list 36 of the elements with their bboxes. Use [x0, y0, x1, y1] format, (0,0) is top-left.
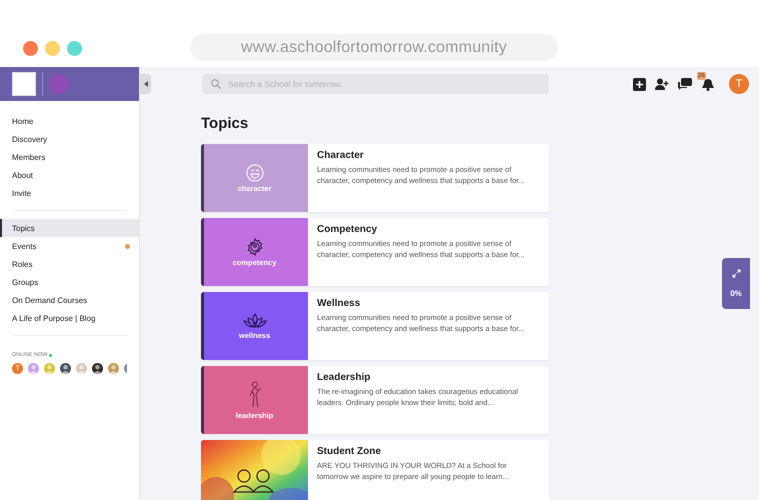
sidebar-item[interactable]: Home: [0, 112, 139, 130]
chat-icon[interactable]: [678, 78, 692, 90]
add-icon[interactable]: [633, 78, 646, 90]
sidebar-item[interactable]: A Life of Purpose | Blog: [0, 309, 139, 327]
sidebar-item[interactable]: Roles: [0, 255, 139, 273]
topic-title: Wellness: [317, 298, 362, 309]
collapse-button[interactable]: [140, 74, 151, 94]
search-icon: [211, 79, 221, 89]
sidebar-item[interactable]: Groups: [0, 273, 139, 291]
sidebar-item[interactable]: On Demand Courses: [0, 291, 139, 309]
user-avatar[interactable]: [60, 363, 71, 374]
user-avatar[interactable]: [92, 363, 103, 374]
window-control-icon[interactable]: [23, 41, 38, 56]
topic-title: Character: [317, 150, 365, 161]
topic-title: Leadership: [317, 372, 372, 383]
lotus-icon: [242, 312, 266, 328]
add-user-icon[interactable]: [655, 78, 669, 90]
online-dot: [49, 354, 52, 356]
window-control-icon[interactable]: [67, 41, 82, 56]
sidebar-item[interactable]: Members: [0, 148, 139, 166]
gear-icon: [246, 238, 264, 256]
person-figure-icon: [248, 380, 262, 408]
sidebar-item[interactable]: About: [0, 166, 139, 184]
smiley-icon: [246, 164, 264, 182]
notification-bell-icon[interactable]: [701, 78, 715, 90]
topic-title: Competency: [317, 224, 378, 235]
topic-title: Student Zone: [317, 446, 382, 457]
sidebar-item[interactable]: Events: [0, 237, 139, 255]
sidebar-item[interactable]: Discovery: [0, 130, 139, 148]
page-title: Topics: [201, 115, 250, 132]
sidebar-item[interactable]: Invite: [0, 184, 139, 202]
sidebar-item[interactable]: Topics: [0, 219, 139, 237]
progress-reading: 0%: [730, 289, 742, 298]
caret-icon: [144, 81, 148, 87]
expand-icon[interactable]: [732, 268, 740, 278]
progress-widget[interactable]: 0%: [722, 258, 750, 309]
